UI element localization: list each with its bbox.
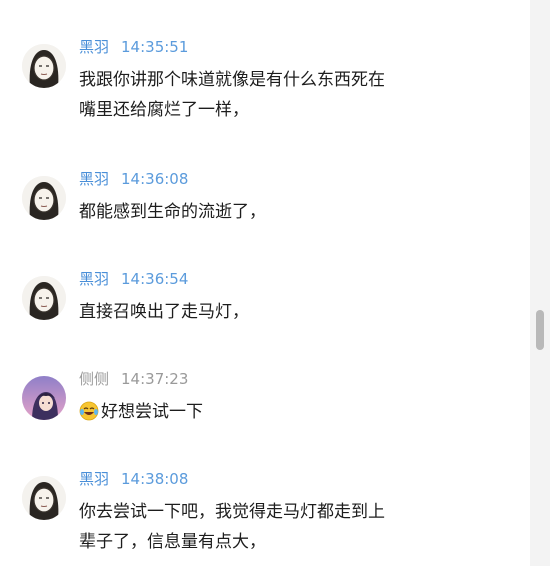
anime-girl-icon: [22, 376, 66, 420]
message-meta: 黑羽 14:38:08: [79, 470, 188, 488]
message-line: 辈子了，信息量有点大，: [79, 532, 266, 552]
sketch-face-icon: [22, 276, 66, 320]
message-line: 直接召唤出了走马灯，: [79, 302, 249, 322]
message-line: 你去尝试一下吧，我觉得走马灯都走到上: [79, 502, 385, 522]
user-avatar[interactable]: [22, 276, 66, 320]
sketch-face-icon: [22, 476, 66, 520]
user-avatar[interactable]: [22, 176, 66, 220]
message-time: 14:38:08: [121, 470, 189, 488]
user-avatar[interactable]: [22, 376, 66, 420]
message-meta: 侧侧 14:37:23: [79, 370, 188, 388]
sketch-face-icon: [22, 44, 66, 88]
message-line: 嘴里还给腐烂了一样，: [79, 100, 249, 120]
message-time: 14:36:54: [121, 270, 189, 288]
laughing-tears-emoji: [79, 401, 99, 421]
message-meta: 黑羽 14:35:51: [79, 38, 188, 56]
sender-name[interactable]: 黑羽: [79, 38, 109, 56]
message-meta: 黑羽 14:36:08: [79, 170, 188, 188]
message-meta: 黑羽 14:36:54: [79, 270, 188, 288]
user-avatar[interactable]: [22, 44, 66, 88]
message-line-text: 好想尝试一下: [101, 402, 203, 422]
message-line: 好想尝试一下: [79, 397, 203, 427]
message-line: 我跟你讲那个味道就像是有什么东西死在: [79, 70, 385, 90]
sender-name[interactable]: 黑羽: [79, 170, 109, 188]
scrollbar-thumb[interactable]: [536, 310, 544, 350]
message-text: 直接召唤出了走马灯，: [79, 297, 249, 327]
message-text: 你去尝试一下吧，我觉得走马灯都走到上 辈子了，信息量有点大，: [79, 497, 385, 557]
message-time: 14:35:51: [121, 38, 189, 56]
sender-name[interactable]: 侧侧: [79, 370, 109, 388]
message-time: 14:36:08: [121, 170, 189, 188]
message-time: 14:37:23: [121, 370, 189, 388]
user-avatar[interactable]: [22, 476, 66, 520]
sender-name[interactable]: 黑羽: [79, 470, 109, 488]
chat-message-list[interactable]: 黑羽 14:35:51 我跟你讲那个味道就像是有什么东西死在 嘴里还给腐烂了一样，…: [0, 0, 530, 566]
message-line: 都能感到生命的流逝了，: [79, 202, 266, 222]
scrollbar-track[interactable]: [530, 0, 550, 566]
message-text: 我跟你讲那个味道就像是有什么东西死在 嘴里还给腐烂了一样，: [79, 65, 385, 125]
message-text: 好想尝试一下: [79, 397, 203, 427]
sketch-face-icon: [22, 176, 66, 220]
sender-name[interactable]: 黑羽: [79, 270, 109, 288]
message-text: 都能感到生命的流逝了，: [79, 197, 266, 227]
